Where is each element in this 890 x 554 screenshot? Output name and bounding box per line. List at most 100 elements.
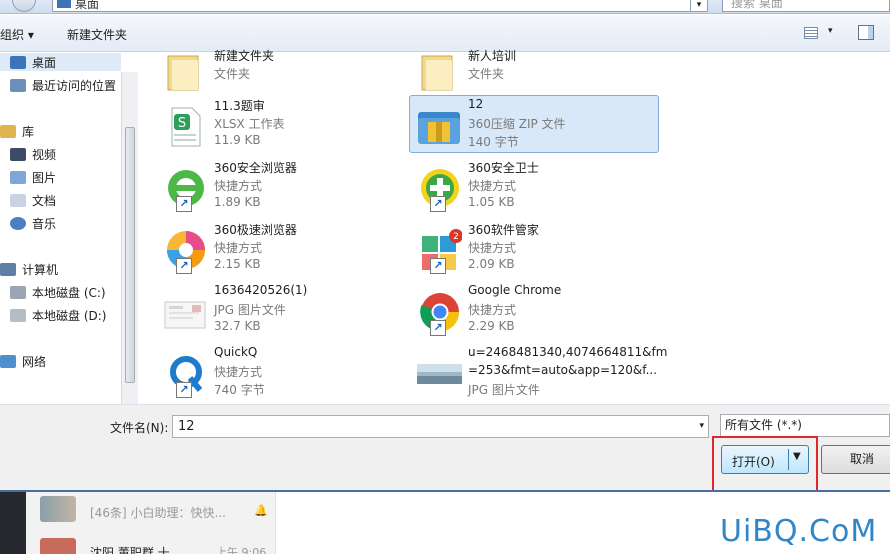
scrollbar-thumb[interactable] [125, 127, 135, 383]
nav-item-disk-d[interactable]: 本地磁盘 (D:) [10, 307, 106, 324]
navigation-pane: 桌面 最近访问的位置 库 视频 图片 文档 音乐 计算机 本地磁盘 (C:) 本… [0, 52, 138, 404]
file-size: 1.05 KB [468, 195, 515, 209]
file-type: 文件夹 [468, 67, 505, 81]
file-item[interactable]: ↗ 360安全卫士 快捷方式 1.05 KB [410, 158, 660, 216]
file-type: JPG 图片文件 [214, 303, 286, 317]
file-item[interactable]: ↗ 360安全浏览器 快捷方式 1.89 KB [156, 158, 406, 216]
address-dropdown[interactable]: ▾ [690, 0, 708, 12]
address-path: 桌面 [75, 0, 100, 11]
file-type: 快捷方式 [214, 179, 263, 193]
file-type: JPG 图片文件 [468, 383, 540, 397]
nav-label: 图片 [32, 171, 57, 185]
new-folder-button[interactable]: 新建文件夹 [67, 26, 127, 43]
mute-icon: 🔔 [254, 504, 268, 517]
drive-icon [10, 286, 26, 299]
music-icon [10, 217, 26, 230]
network-icon [0, 355, 16, 368]
file-type: 快捷方式 [214, 365, 263, 379]
nav-label: 桌面 [32, 55, 57, 70]
view-dropdown-icon[interactable]: ▾ [828, 26, 833, 36]
shortcut-arrow-icon: ↗ [430, 196, 446, 212]
file-item[interactable]: ↗ QuickQ 快捷方式 740 字节 [156, 344, 406, 402]
open-button[interactable]: 打开(O) ▼ [721, 445, 809, 474]
folder-icon [421, 55, 453, 91]
file-name: 360软件管家 [468, 223, 539, 237]
file-size: 740 字节 [214, 383, 265, 397]
preview-pane-icon[interactable] [858, 25, 874, 40]
chat-time: 上午 9:06 [216, 546, 267, 554]
nav-label: 计算机 [22, 263, 59, 277]
file-item[interactable]: S 11.3题审 XLSX 工作表 11.9 KB [156, 96, 406, 154]
chat-preview[interactable]: [46条] 小白助理：快快... [90, 504, 226, 521]
file-name: 新建文件夹 [214, 49, 275, 63]
file-type: 快捷方式 [214, 241, 263, 255]
file-name-continued: =253&fmt=auto&app=120&f... [468, 363, 658, 377]
nav-label: 本地磁盘 (D:) [32, 309, 107, 323]
address-field[interactable]: 桌面 [52, 0, 692, 12]
image-thumbnail-icon [164, 301, 206, 329]
organize-button[interactable]: 组织 ▾ [0, 26, 34, 43]
cancel-button[interactable]: 取消 [821, 445, 890, 474]
file-name: Google Chrome [468, 283, 562, 297]
nav-item-pictures[interactable]: 图片 [10, 169, 56, 186]
nav-item-desktop[interactable]: 桌面 [0, 53, 121, 71]
file-type: 快捷方式 [468, 241, 517, 255]
nav-item-disk-c[interactable]: 本地磁盘 (C:) [10, 284, 106, 301]
nav-item-music[interactable]: 音乐 [10, 215, 56, 232]
search-input[interactable]: 搜索 桌面 [722, 0, 890, 12]
avatar [40, 538, 76, 554]
file-name: QuickQ [214, 345, 258, 359]
video-icon [10, 148, 26, 161]
file-item[interactable]: ↗ 360极速浏览器 快捷方式 2.15 KB [156, 220, 406, 278]
recent-places-icon [10, 79, 26, 92]
svg-text:2: 2 [453, 232, 459, 242]
folder-icon [167, 55, 199, 91]
file-item[interactable]: 2 ↗ 360软件管家 快捷方式 2.09 KB [410, 220, 660, 278]
dialog-footer: 文件名(N): 12 ▾ 所有文件 (*.*) 打开(O) ▼ 取消 [0, 404, 890, 490]
open-menu-arrow-icon[interactable]: ▼ [793, 451, 801, 462]
file-size: 2.09 KB [468, 257, 515, 271]
file-type: 360压缩 ZIP 文件 [468, 117, 566, 131]
nav-item-documents[interactable]: 文档 [10, 192, 56, 209]
file-item[interactable]: u=2468481340,4074664811&fm =253&fmt=auto… [410, 344, 667, 402]
open-button-label: 打开(O) [732, 455, 775, 469]
file-size: 2.29 KB [468, 319, 515, 333]
chat-list: [46条] 小白助理：快快... 🔔 沈阳 董职群 十 上午 9:06 [26, 492, 276, 554]
filename-input[interactable]: 12 ▾ [172, 415, 709, 438]
file-name: 11.3题审 [214, 99, 265, 113]
nav-item-recent[interactable]: 最近访问的位置 [10, 77, 116, 94]
file-item-selected[interactable]: 12 360压缩 ZIP 文件 140 字节 [409, 95, 659, 153]
shortcut-arrow-icon: ↗ [430, 258, 446, 274]
file-size: 11.9 KB [214, 133, 261, 147]
file-item[interactable]: 1636420526(1) JPG 图片文件 32.7 KB [156, 282, 406, 340]
shortcut-arrow-icon: ↗ [430, 320, 446, 336]
view-options-icon[interactable] [804, 27, 818, 39]
file-list: 新建文件夹 文件夹 新人培训 文件夹 S 11.3题审 XLSX 工作表 11.… [138, 49, 890, 404]
nav-label: 文档 [32, 194, 57, 208]
file-type: 快捷方式 [468, 303, 517, 317]
nav-item-libraries[interactable]: 库 [0, 123, 34, 140]
desktop-icon [57, 0, 71, 8]
split-divider [788, 449, 789, 470]
nav-item-computer[interactable]: 计算机 [0, 261, 58, 278]
file-type: XLSX 工作表 [214, 117, 285, 131]
nav-scrollbar[interactable] [121, 72, 138, 404]
nav-label: 最近访问的位置 [32, 79, 117, 93]
file-type: 快捷方式 [468, 179, 517, 193]
forward-button[interactable] [12, 0, 36, 12]
file-type: 文件夹 [214, 67, 251, 81]
file-type-filter[interactable]: 所有文件 (*.*) [720, 414, 890, 437]
file-name: 360安全卫士 [468, 161, 539, 175]
nav-item-network[interactable]: 网络 [0, 353, 46, 370]
chat-sidebar [0, 492, 26, 554]
file-name: u=2468481340,4074664811&fm [468, 345, 668, 359]
chevron-down-icon[interactable]: ▾ [699, 416, 704, 437]
chat-title[interactable]: 沈阳 董职群 十 [90, 544, 170, 554]
file-name: 1636420526(1) [214, 283, 308, 297]
drive-icon [10, 309, 26, 322]
image-thumbnail-icon [417, 364, 462, 384]
file-size: 32.7 KB [214, 319, 261, 333]
file-name: 12 [468, 97, 484, 111]
nav-item-videos[interactable]: 视频 [10, 146, 56, 163]
file-item[interactable]: ↗ Google Chrome 快捷方式 2.29 KB [410, 282, 660, 340]
